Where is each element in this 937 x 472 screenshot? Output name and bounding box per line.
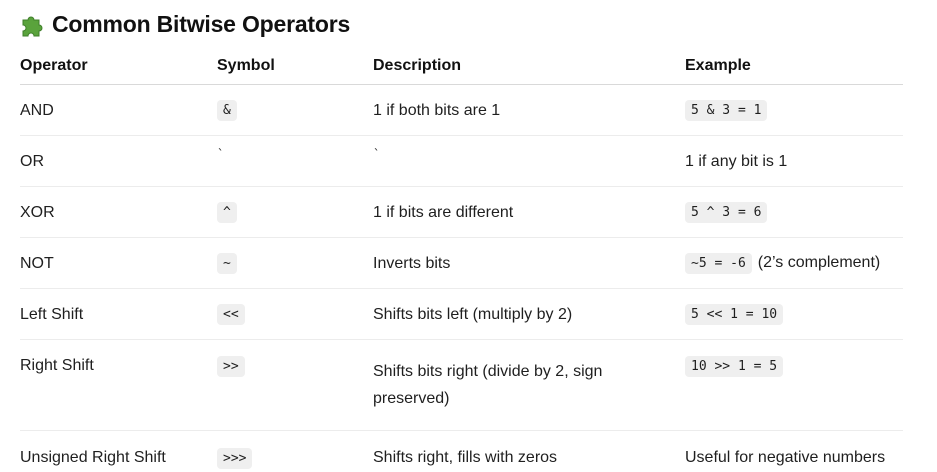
table-row: Unsigned Right Shift >>> Shifts right, f… [20, 431, 903, 472]
operators-table: Operator Symbol Description Example AND … [20, 47, 903, 472]
example-code: ~5 = -6 [685, 253, 752, 274]
description-cell: Inverts bits [373, 237, 685, 289]
symbol-cell: >> [217, 339, 373, 431]
operator-cell: AND [20, 84, 217, 136]
symbol-code: >> [217, 356, 245, 377]
example-note: (2’s complement) [757, 254, 881, 271]
header-symbol: Symbol [217, 47, 373, 85]
symbol-code: >>> [217, 447, 253, 469]
operator-cell: Right Shift [20, 339, 217, 431]
example-cell: 5 ^ 3 = 6 [685, 186, 903, 238]
example-code: 5 ^ 3 = 6 [685, 202, 768, 223]
example-code: 10 >> 1 = 5 [685, 356, 784, 377]
operator-cell: Left Shift [20, 288, 217, 340]
example-cell: ~5 = -6 (2’s complement) [685, 237, 903, 289]
table-row: Right Shift >> Shifts bits right (divide… [20, 339, 903, 431]
description-cell: 1 if bits are different [373, 186, 685, 238]
description-text: ` [373, 147, 381, 161]
operator-cell: NOT [20, 237, 217, 289]
header-example: Example [685, 47, 903, 85]
table-header-row: Operator Symbol Description Example [20, 47, 903, 85]
description-cell: Shifts bits left (multiply by 2) [373, 288, 685, 340]
symbol-code: ~ [217, 253, 237, 274]
puzzle-piece-icon [20, 12, 46, 38]
symbol-cell: ~ [217, 237, 373, 289]
description-cell: Shifts bits right (divide by 2, sign pre… [373, 339, 685, 431]
header-operator: Operator [20, 47, 217, 85]
description-cell: ` [373, 135, 685, 187]
symbol-cell: >>> [217, 431, 373, 472]
symbol-code: << [217, 304, 245, 325]
operator-cell: XOR [20, 186, 217, 238]
example-cell: Useful for negative numbers [685, 449, 886, 466]
example-code: 5 << 1 = 10 [685, 304, 784, 325]
symbol-cell: & [217, 84, 373, 136]
symbol-cell: ` [217, 135, 373, 187]
page: Common Bitwise Operators Operator Symbol… [0, 0, 937, 472]
example-cell: 10 >> 1 = 5 [685, 339, 903, 431]
page-title: Common Bitwise Operators [20, 11, 350, 38]
example-cell: 5 << 1 = 10 [685, 288, 903, 340]
example-code: 5 & 3 = 1 [685, 100, 768, 121]
table-row: XOR ^ 1 if bits are different 5 ^ 3 = 6 [20, 186, 903, 238]
symbol-text: ` [217, 147, 225, 161]
symbol-cell: << [217, 288, 373, 340]
page-title-text: Common Bitwise Operators [52, 11, 351, 37]
symbol-cell: ^ [217, 186, 373, 238]
table-row: AND & 1 if both bits are 1 5 & 3 = 1 [20, 84, 903, 136]
symbol-code: ^ [217, 202, 237, 223]
table-row: NOT ~ Inverts bits ~5 = -6 (2’s complemen… [20, 237, 903, 289]
operator-cell: OR [20, 135, 217, 187]
header-description: Description [373, 47, 685, 85]
operator-cell: Unsigned Right Shift [20, 449, 166, 466]
symbol-code: & [217, 100, 237, 121]
description-cell: 1 if both bits are 1 [373, 84, 685, 136]
table-row: Left Shift << Shifts bits left (multiply… [20, 288, 903, 340]
table-row: OR ` ` 1 if any bit is 1 [20, 135, 903, 187]
description-cell: Shifts right, fills with zeros [373, 449, 558, 466]
example-cell: 5 & 3 = 1 [685, 84, 903, 136]
example-cell: 1 if any bit is 1 [685, 135, 903, 187]
